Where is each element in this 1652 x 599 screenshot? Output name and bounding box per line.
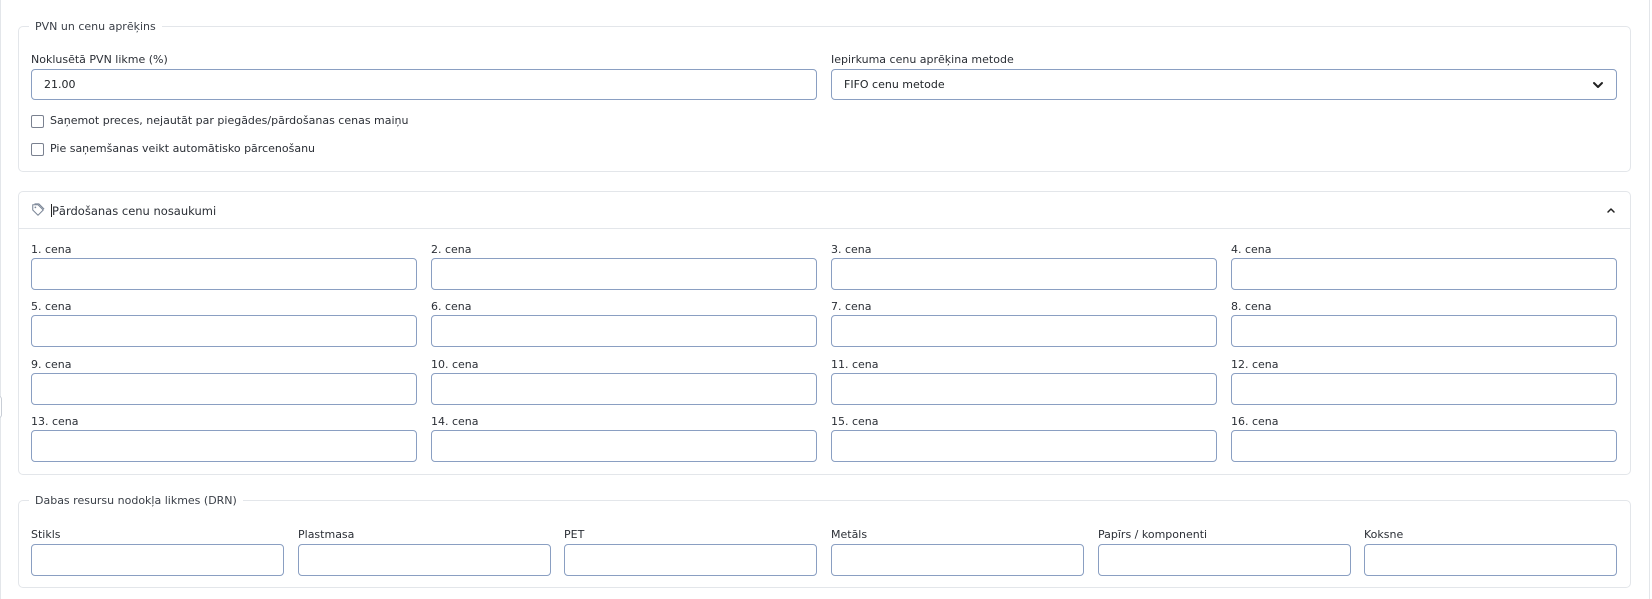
chevron-down-icon (1593, 81, 1603, 88)
drn-rate-input[interactable] (298, 544, 551, 576)
tag-icon (32, 203, 45, 216)
price-name-input[interactable] (431, 258, 817, 290)
price-name-label: 16. cena (1231, 415, 1279, 428)
pvn-section-legend: PVN un cenu aprēķins (35, 20, 156, 33)
drn-rate-input[interactable] (1364, 544, 1617, 576)
price-name-input[interactable] (831, 373, 1217, 405)
drn-rate-label: PET (564, 528, 585, 541)
price-name-label: 3. cena (831, 243, 872, 256)
purchase-method-label: Iepirkuma cenu aprēķina metode (831, 53, 1014, 66)
price-name-input[interactable] (431, 373, 817, 405)
price-name-label: 9. cena (31, 358, 72, 371)
price-name-input[interactable] (1231, 315, 1617, 347)
drn-rate-label: Papīrs / komponenti (1098, 528, 1208, 541)
price-name-label: 14. cena (431, 415, 479, 428)
auto-repricing-label: Pie saņemšanas veikt automātisko pārceno… (50, 142, 316, 155)
purchase-method-select[interactable]: FIFO cenu metode (831, 69, 1617, 100)
price-name-label: 2. cena (431, 243, 472, 256)
price-name-label: 10. cena (431, 358, 479, 371)
no-price-change-prompt-label: Saņemot preces, nejautāt par piegādes/pā… (50, 114, 409, 127)
price-name-input[interactable] (431, 315, 817, 347)
price-name-input[interactable] (831, 430, 1217, 462)
price-name-label: 11. cena (831, 358, 879, 371)
auto-repricing-checkbox[interactable] (31, 143, 44, 156)
price-name-input[interactable] (831, 258, 1217, 290)
vat-rate-input[interactable] (31, 69, 817, 100)
drn-rate-input[interactable] (1098, 544, 1351, 576)
price-name-label: 7. cena (831, 300, 872, 313)
price-names-title: Pārdošanas cenu nosaukumi (52, 204, 217, 218)
price-name-label: 8. cena (1231, 300, 1272, 313)
price-name-input[interactable] (31, 373, 417, 405)
price-name-input[interactable] (831, 315, 1217, 347)
price-name-label: 12. cena (1231, 358, 1279, 371)
chevron-up-icon[interactable] (1605, 204, 1617, 216)
price-name-label: 1. cena (31, 243, 72, 256)
price-name-input[interactable] (31, 430, 417, 462)
price-name-label: 5. cena (31, 300, 72, 313)
drn-rate-label: Koksne (1364, 528, 1404, 541)
drn-rate-input[interactable] (831, 544, 1084, 576)
side-panel-handle[interactable] (0, 396, 2, 418)
price-name-label: 15. cena (831, 415, 879, 428)
price-name-label: 13. cena (31, 415, 79, 428)
drn-rate-input[interactable] (31, 544, 284, 576)
drn-rate-label: Metāls (831, 528, 868, 541)
price-name-input[interactable] (431, 430, 817, 462)
drn-rate-input[interactable] (564, 544, 817, 576)
price-name-input[interactable] (1231, 258, 1617, 290)
price-name-label: 6. cena (431, 300, 472, 313)
no-price-change-prompt-checkbox[interactable] (31, 115, 44, 128)
price-name-input[interactable] (31, 258, 417, 290)
price-names-card-header[interactable]: Pārdošanas cenu nosaukumi (19, 192, 1630, 229)
drn-rate-label: Plastmasa (298, 528, 355, 541)
purchase-method-value: FIFO cenu metode (844, 78, 945, 91)
price-name-input[interactable] (1231, 373, 1617, 405)
vat-rate-label: Noklusētā PVN likme (%) (31, 53, 168, 66)
price-name-input[interactable] (31, 315, 417, 347)
drn-section-legend: Dabas resursu nodokļa likmes (DRN) (35, 494, 237, 507)
price-name-label: 4. cena (1231, 243, 1272, 256)
price-name-input[interactable] (1231, 430, 1617, 462)
drn-rate-label: Stikls (31, 528, 61, 541)
